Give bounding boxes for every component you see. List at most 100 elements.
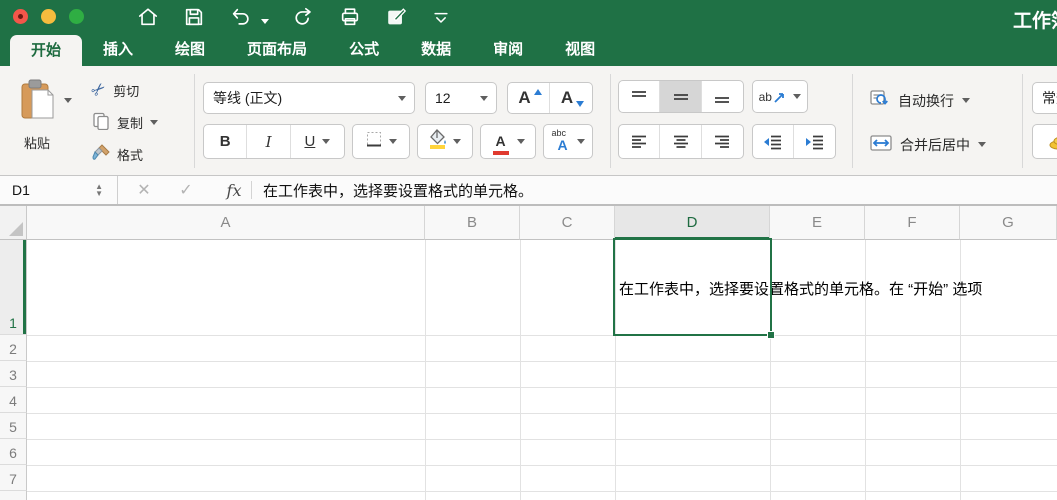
fill-color-button[interactable] (417, 124, 473, 159)
font-color-button[interactable]: A (480, 124, 536, 159)
merge-center-caret[interactable] (978, 142, 986, 147)
row-header-6[interactable]: 6 (0, 439, 27, 465)
copy-dropdown-caret[interactable] (150, 120, 159, 125)
font-family-combobox[interactable]: 等线 (正文) (203, 82, 415, 114)
column-header-f[interactable]: F (865, 206, 960, 240)
font-family-caret (398, 95, 406, 101)
print-icon[interactable] (339, 6, 361, 28)
tab-insert[interactable]: 插入 (82, 33, 154, 66)
align-bottom-button[interactable] (702, 81, 743, 112)
name-box[interactable]: D1 ▲ ▼ (0, 176, 118, 204)
borders-dropdown-caret[interactable] (388, 139, 397, 144)
column-header-e[interactable]: E (770, 206, 865, 240)
row-header-5[interactable]: 5 (0, 413, 27, 439)
underline-button[interactable]: U (291, 125, 344, 158)
name-box-stepper[interactable]: ▲ ▼ (95, 183, 103, 198)
align-top-button[interactable] (619, 81, 661, 112)
active-cell-selection[interactable] (613, 238, 775, 339)
number-format-combobox[interactable]: 常规 (1032, 82, 1057, 114)
format-painter-brush-icon (92, 144, 110, 165)
bold-button[interactable]: B (204, 125, 248, 158)
name-box-value: D1 (12, 182, 30, 198)
enter-button[interactable]: ✓ (176, 176, 196, 204)
tab-home[interactable]: 开始 (10, 35, 83, 66)
wrap-text-caret[interactable] (962, 98, 970, 103)
align-center-button[interactable] (660, 125, 702, 158)
formula-input[interactable]: 在工作表中，选择要设置格式的单元格。 (263, 176, 533, 204)
undo-dropdown-caret[interactable] (261, 18, 269, 24)
cut-button[interactable]: ✂ 剪切 (87, 78, 140, 102)
italic-button[interactable]: I (247, 125, 291, 158)
tab-review[interactable]: 审阅 (472, 33, 544, 66)
phonetic-dropdown-caret[interactable] (576, 139, 585, 144)
stepper-down-icon[interactable]: ▼ (95, 190, 103, 198)
tab-view[interactable]: 视图 (544, 33, 616, 66)
row-header-1[interactable]: 1 (0, 240, 27, 335)
align-middle-button[interactable] (660, 81, 702, 112)
home-icon[interactable] (137, 6, 159, 28)
underline-dropdown-caret[interactable] (322, 139, 331, 144)
save-icon[interactable] (183, 6, 205, 28)
tab-formulas[interactable]: 公式 (328, 33, 400, 66)
font-size-combobox[interactable]: 12 (425, 82, 497, 114)
column-headers: A B C D E F G (0, 206, 1057, 240)
wrap-text-button[interactable]: 自动换行 (870, 90, 970, 111)
minimize-window-button[interactable] (41, 9, 56, 24)
column-header-a[interactable]: A (27, 206, 425, 240)
fill-handle[interactable] (767, 331, 775, 339)
toolbar-overflow-icon[interactable] (431, 7, 451, 27)
borders-button[interactable] (352, 124, 410, 159)
merge-center-button[interactable]: 合并后居中 (870, 134, 986, 155)
paste-button[interactable]: 粘贴 (8, 78, 66, 168)
align-left-button[interactable] (619, 125, 661, 158)
format-painter-button[interactable]: 格式 (92, 144, 143, 165)
phonetic-guide-icon: abc A (551, 127, 568, 153)
align-right-button[interactable] (702, 125, 743, 158)
row-header-4[interactable]: 4 (0, 387, 27, 413)
phonetic-guide-button[interactable]: abc A (543, 124, 593, 159)
fill-color-dropdown-caret[interactable] (453, 139, 461, 144)
window-controls (13, 9, 84, 24)
merge-center-label: 合并后居中 (900, 136, 970, 153)
cancel-button[interactable]: ✕ (134, 176, 154, 204)
group-divider (610, 74, 611, 168)
tab-page-layout[interactable]: 页面布局 (226, 33, 328, 66)
cut-label: 剪切 (113, 83, 140, 99)
zoom-window-button[interactable] (69, 9, 84, 24)
row-header-3[interactable]: 3 (0, 361, 27, 387)
increase-indent-button[interactable] (794, 125, 835, 158)
column-header-b[interactable]: B (425, 206, 520, 240)
share-edit-icon[interactable] (385, 6, 407, 28)
redo-icon[interactable] (293, 6, 315, 28)
cancel-x-icon: ✕ (137, 182, 151, 199)
undo-icon[interactable] (229, 6, 253, 28)
row-header-8[interactable]: 8 (0, 491, 27, 500)
select-all-corner[interactable] (0, 206, 27, 240)
orientation-button[interactable]: ab (752, 80, 808, 113)
row-header-7[interactable]: 7 (0, 465, 27, 491)
ribbon-tab-bar: 开始 插入 绘图 页面布局 公式 数据 审阅 视图 (0, 33, 1057, 66)
group-divider (194, 74, 195, 168)
close-window-button[interactable] (13, 9, 28, 24)
merge-center-icon (870, 134, 892, 155)
currency-format-button[interactable] (1032, 124, 1057, 159)
vertical-align-group (618, 80, 744, 113)
column-header-c[interactable]: C (520, 206, 615, 240)
shrink-font-arrow-icon (576, 101, 585, 107)
grow-font-button[interactable]: A (508, 83, 551, 113)
copy-button[interactable]: 复制 (92, 112, 159, 133)
decrease-indent-button[interactable] (753, 125, 795, 158)
tab-draw[interactable]: 绘图 (154, 33, 226, 66)
column-header-d[interactable]: D (615, 206, 770, 240)
tab-data[interactable]: 数据 (400, 33, 472, 66)
insert-function-button[interactable]: fx (222, 176, 246, 204)
column-header-g[interactable]: G (960, 206, 1057, 240)
font-size-value: 12 (435, 90, 451, 106)
font-color-dropdown-caret[interactable] (516, 139, 525, 144)
row-header-2[interactable]: 2 (0, 335, 27, 361)
bold-italic-underline-group: B I U (203, 124, 345, 159)
spreadsheet-grid: A B C D E F G 1 2 3 4 5 6 7 8 在工作表中，选择要设… (0, 206, 1057, 500)
shrink-font-button[interactable]: A (550, 83, 592, 113)
orientation-dropdown-caret[interactable] (793, 94, 802, 99)
paste-dropdown-caret[interactable] (64, 98, 72, 103)
